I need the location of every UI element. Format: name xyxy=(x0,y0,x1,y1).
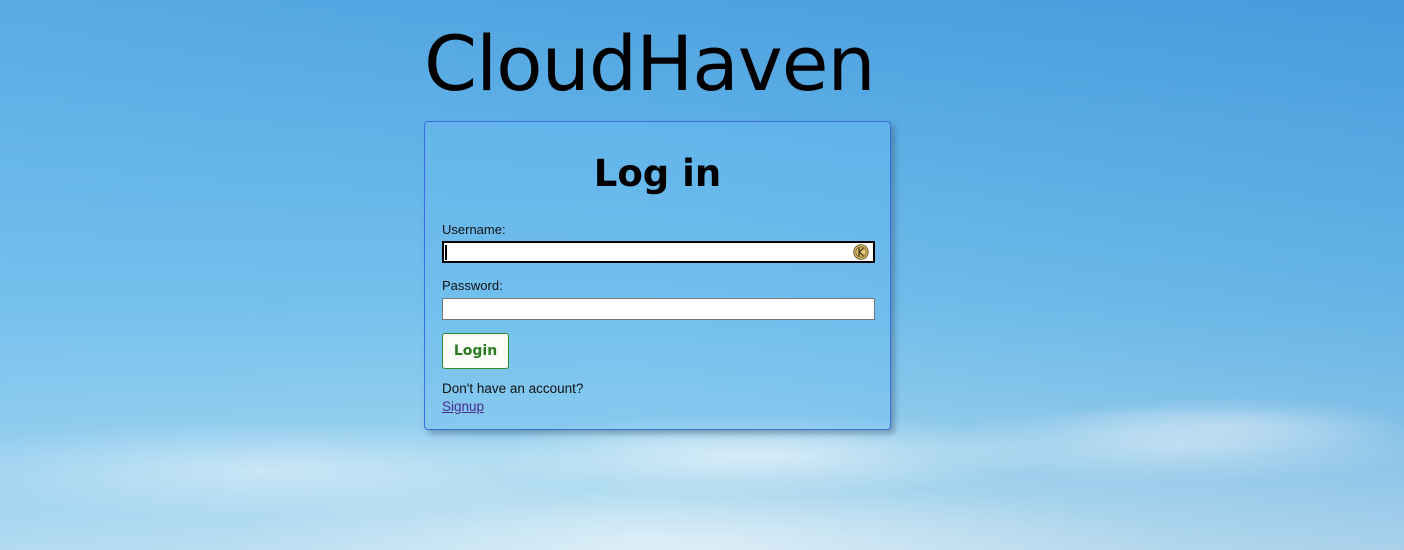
login-card: Log in Username: Password: Login Don't h… xyxy=(424,121,891,430)
username-label: Username: xyxy=(442,222,506,237)
password-label: Password: xyxy=(442,278,503,293)
password-manager-icon[interactable] xyxy=(853,244,869,260)
app-title: CloudHaven xyxy=(424,19,876,108)
username-input[interactable] xyxy=(442,241,875,263)
login-button[interactable]: Login xyxy=(442,333,509,369)
no-account-text: Don't have an account? xyxy=(442,381,584,396)
signup-link[interactable]: Signup xyxy=(442,399,484,414)
login-heading: Log in xyxy=(593,152,722,195)
text-caret xyxy=(445,245,447,260)
password-input[interactable] xyxy=(442,298,875,320)
